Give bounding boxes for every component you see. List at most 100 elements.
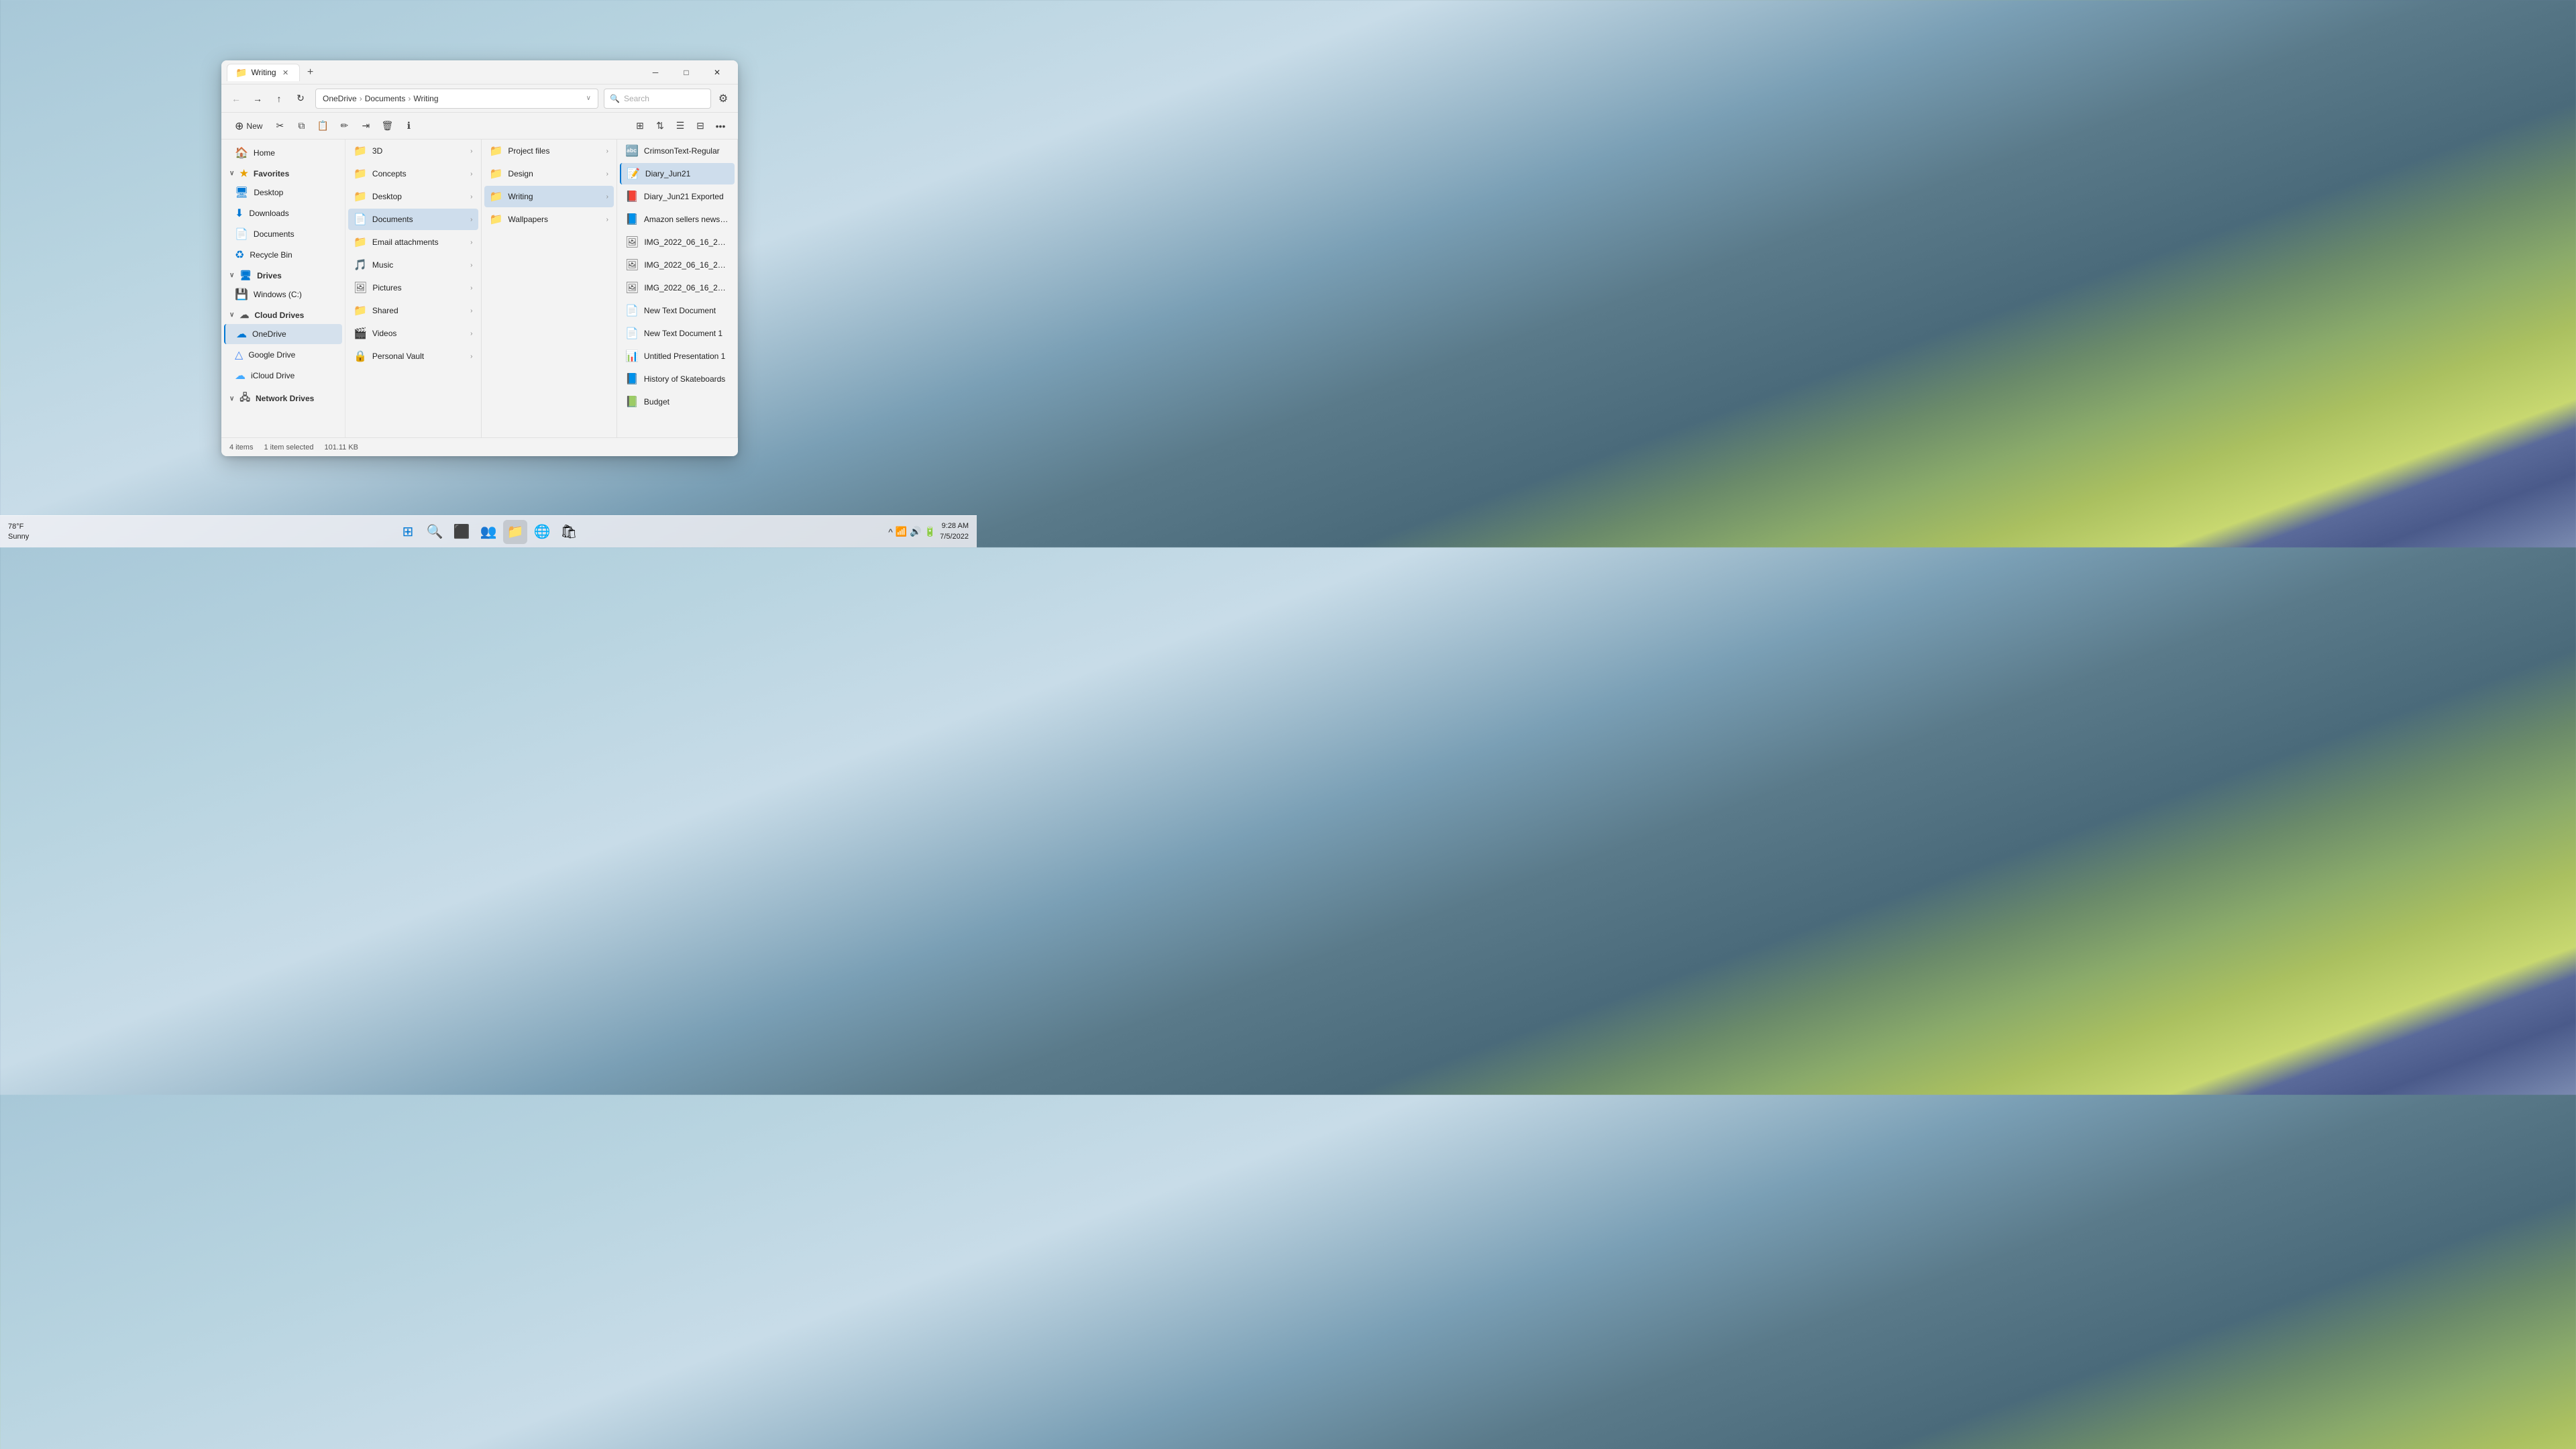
- start-button[interactable]: ⊞: [396, 520, 420, 544]
- file-item-project-chevron: ›: [606, 148, 608, 155]
- rename-button[interactable]: ✏: [335, 117, 354, 136]
- command-right-buttons: ⊞ ⇅ ☰ ⊟ •••: [631, 117, 730, 136]
- address-bar[interactable]: OneDrive › Documents › Writing ∨: [315, 89, 598, 109]
- breadcrumb-dropdown-icon[interactable]: ∨: [586, 95, 591, 102]
- sidebar-item-documents[interactable]: 📄 Documents: [224, 224, 342, 244]
- paste-button[interactable]: 📋: [313, 117, 332, 136]
- file-item-pictures[interactable]: 🖼 Pictures ›: [348, 277, 478, 299]
- file-item-videos[interactable]: 🎬 Videos ›: [348, 323, 478, 344]
- refresh-button[interactable]: ↻: [291, 89, 310, 108]
- teams-button[interactable]: 👥: [476, 520, 500, 544]
- file-item-email-attachments[interactable]: 📁 Email attachments ›: [348, 231, 478, 253]
- edge-icon: 🌐: [534, 523, 551, 540]
- font-icon: 🔤: [625, 144, 639, 158]
- file-item-writing[interactable]: 📁 Writing ›: [484, 186, 614, 207]
- drives-icon: 🖥: [239, 270, 252, 281]
- file-item-vault-chevron: ›: [470, 353, 472, 360]
- file-item-documents[interactable]: 📄 Documents ›: [348, 209, 478, 230]
- layout-button[interactable]: ⊟: [691, 117, 710, 136]
- cut-button[interactable]: ✂: [270, 117, 289, 136]
- edge-button[interactable]: 🌐: [530, 520, 554, 544]
- search-icon: 🔍: [610, 94, 620, 103]
- new-button[interactable]: ⊕ New: [229, 117, 268, 136]
- close-button[interactable]: ✕: [702, 62, 733, 83]
- sidebar: 🏠 Home ∨ ★ Favorites 🖥 Desktop ⬇ Downloa…: [221, 140, 345, 437]
- sidebar-item-recycle-bin[interactable]: ♻ Recycle Bin: [224, 245, 342, 265]
- file-item-shared[interactable]: 📁 Shared ›: [348, 300, 478, 321]
- forward-button[interactable]: →: [248, 89, 267, 108]
- file-item-amazon-sellers[interactable]: 📘 Amazon sellers newsl…: [620, 209, 735, 230]
- file-item-untitled-presentation[interactable]: 📊 Untitled Presentation 1: [620, 345, 735, 367]
- sidebar-item-onedrive[interactable]: ☁ OneDrive: [224, 324, 342, 344]
- sidebar-item-icloud-drive[interactable]: ☁ iCloud Drive: [224, 366, 342, 386]
- file-item-wallpapers[interactable]: 📁 Wallpapers ›: [484, 209, 614, 230]
- volume-icon[interactable]: 🔊: [910, 526, 921, 537]
- clock[interactable]: 9:28 AM 7/5/2022: [940, 521, 969, 542]
- copy-button[interactable]: ⧉: [292, 117, 311, 136]
- search-button[interactable]: 🔍: [423, 520, 447, 544]
- task-view-button[interactable]: ⬛: [449, 520, 474, 544]
- file-item-personal-vault[interactable]: 🔒 Personal Vault ›: [348, 345, 478, 367]
- file-item-img-1[interactable]: 🖼 IMG_2022_06_16_22_43: [620, 231, 735, 253]
- breadcrumb-documents[interactable]: Documents: [365, 94, 406, 103]
- sidebar-section-cloud-drives[interactable]: ∨ ☁ Cloud Drives: [224, 305, 342, 323]
- file-item-3d[interactable]: 📁 3D ›: [348, 140, 478, 162]
- settings-button[interactable]: ⚙: [714, 89, 733, 108]
- system-tray-chevron[interactable]: ^: [888, 527, 893, 537]
- sidebar-item-desktop[interactable]: 🖥 Desktop: [224, 182, 342, 203]
- file-item-img-2[interactable]: 🖼 IMG_2022_06_16_22_43: [620, 254, 735, 276]
- file-item-img-3[interactable]: 🖼 IMG_2022_06_16_22_43: [620, 277, 735, 299]
- breadcrumb-sep-1: ›: [360, 94, 362, 103]
- new-tab-button[interactable]: +: [301, 63, 320, 82]
- share-button[interactable]: ⇥: [356, 117, 375, 136]
- view-toggle-button[interactable]: ⊞: [631, 117, 649, 136]
- file-item-history-skateboards[interactable]: 📘 History of Skateboards: [620, 368, 735, 390]
- file-item-desktop[interactable]: 📁 Desktop ›: [348, 186, 478, 207]
- sidebar-item-downloads[interactable]: ⬇ Downloads: [224, 203, 342, 223]
- sidebar-item-google-drive[interactable]: △ Google Drive: [224, 345, 342, 365]
- sort-button[interactable]: ⇅: [651, 117, 669, 136]
- folder-icon-documents: 📄: [354, 213, 367, 226]
- file-item-diary-exported[interactable]: 📕 Diary_Jun21 Exported: [620, 186, 735, 207]
- file-item-new-text-doc-1[interactable]: 📄 New Text Document 1: [620, 323, 735, 344]
- tab-writing[interactable]: 📁 Writing ✕: [227, 64, 300, 81]
- more-button[interactable]: •••: [711, 117, 730, 136]
- tab-close-button[interactable]: ✕: [280, 67, 291, 78]
- system-tray[interactable]: ^ 📶 🔊 🔋: [888, 526, 936, 537]
- file-item-crimsontext[interactable]: 🔤 CrimsonText-Regular: [620, 140, 735, 162]
- search-box[interactable]: 🔍 Search: [604, 89, 711, 109]
- windows-c-icon: 💾: [235, 288, 248, 301]
- folder-icon-project: 📁: [490, 144, 503, 158]
- breadcrumb-onedrive[interactable]: OneDrive: [323, 94, 357, 103]
- file-item-diary-jun21[interactable]: 📝 Diary_Jun21: [620, 163, 735, 184]
- file-item-concepts[interactable]: 📁 Concepts ›: [348, 163, 478, 184]
- sidebar-item-home[interactable]: 🏠 Home: [224, 143, 342, 163]
- delete-button[interactable]: 🗑: [378, 117, 396, 136]
- store-button[interactable]: 🛍: [557, 520, 581, 544]
- file-item-design[interactable]: 📁 Design ›: [484, 163, 614, 184]
- up-button[interactable]: ↑: [270, 89, 288, 108]
- file-explorer-button[interactable]: 📁: [503, 520, 527, 544]
- weather-widget[interactable]: 78°F Sunny: [8, 522, 29, 541]
- file-item-project-files[interactable]: 📁 Project files ›: [484, 140, 614, 162]
- taskbar-left: 78°F Sunny: [8, 522, 29, 541]
- file-item-3d-chevron: ›: [470, 148, 472, 155]
- sidebar-section-drives[interactable]: ∨ 🖥 Drives: [224, 266, 342, 284]
- file-item-budget[interactable]: 📗 Budget: [620, 391, 735, 413]
- file-item-music[interactable]: 🎵 Music ›: [348, 254, 478, 276]
- sidebar-item-windows-c[interactable]: 💾 Windows (C:): [224, 284, 342, 305]
- google-drive-icon: △: [235, 348, 243, 362]
- sidebar-section-favorites[interactable]: ∨ ★ Favorites: [224, 164, 342, 182]
- file-item-email-chevron: ›: [470, 239, 472, 246]
- network-icon: 📶: [896, 526, 907, 537]
- group-button[interactable]: ☰: [671, 117, 690, 136]
- info-button[interactable]: ℹ: [399, 117, 418, 136]
- weather-desc: Sunny: [8, 532, 29, 541]
- breadcrumb-writing[interactable]: Writing: [413, 94, 438, 103]
- minimize-button[interactable]: ─: [640, 62, 671, 83]
- sidebar-section-network-drives[interactable]: ∨ 🖧 Network Drives: [224, 386, 342, 409]
- back-button[interactable]: ←: [227, 89, 246, 108]
- sidebar-section-cloud-drives-label: Cloud Drives: [254, 311, 304, 320]
- maximize-button[interactable]: □: [671, 62, 702, 83]
- file-item-new-text-doc[interactable]: 📄 New Text Document: [620, 300, 735, 321]
